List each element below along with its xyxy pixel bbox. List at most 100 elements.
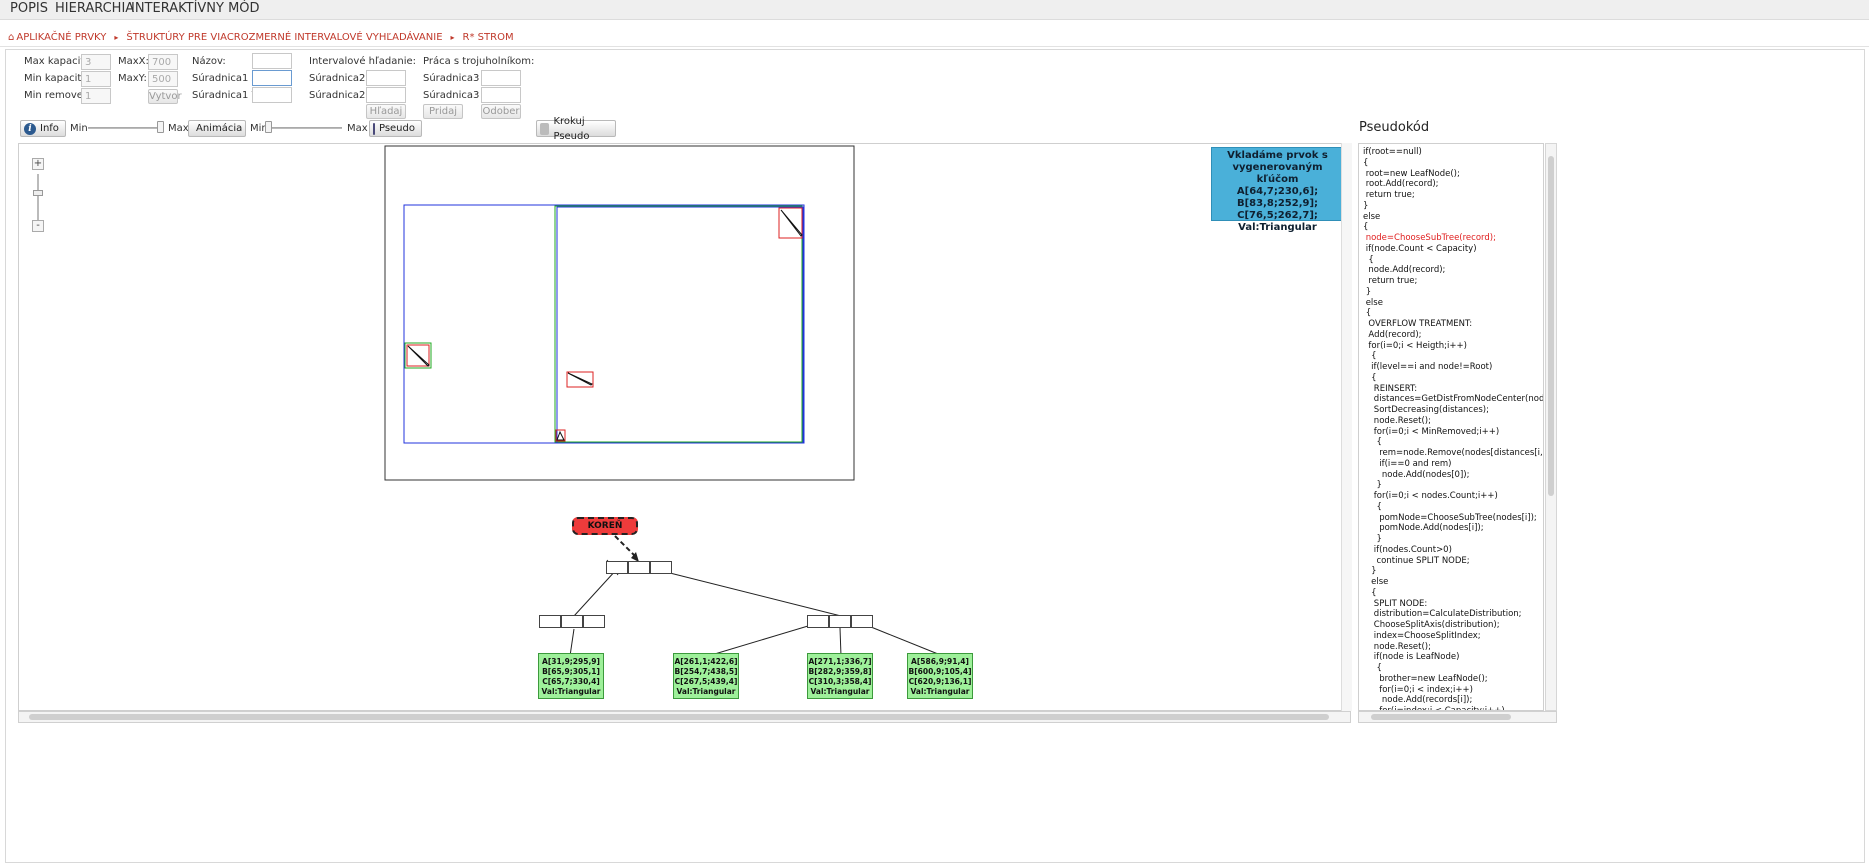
krokuj-pseudo-button[interactable]: Krokuj Pseudo (536, 116, 616, 142)
leaf-text: Val:Triangular (810, 687, 870, 696)
intervalove-hladanie-label: Intervalové hľadanie: (309, 56, 416, 67)
suradnica3-y-input[interactable] (481, 87, 521, 103)
leaf-text: A[261,1;422,6] (674, 657, 738, 666)
root-label: KOREŇ (572, 517, 638, 535)
tree-node-slot (829, 615, 851, 628)
pseudocode-line: { (1363, 254, 1374, 265)
canvas-vertical-scrollbar[interactable] (1341, 143, 1352, 711)
hladaj-button[interactable]: Hľadaj (366, 104, 406, 119)
pseudocode-vertical-scrollbar[interactable] (1545, 143, 1557, 711)
pseudocode-line: index=ChooseSplitIndex; (1363, 630, 1481, 641)
pseudocode-line: REINSERT: (1363, 383, 1418, 394)
pseudocode-line: root=new LeafNode(); (1363, 168, 1460, 179)
step-icon (540, 122, 550, 135)
leaf-text: C[65,7;330,4] (542, 677, 600, 686)
animation-slider[interactable] (266, 127, 342, 129)
pseudocode-line: if(i==0 and rem) (1363, 458, 1452, 469)
pseudocode-line: brother=new LeafNode(); (1363, 673, 1488, 684)
menu-item-hierarchia[interactable]: HIERARCHIA (55, 1, 134, 16)
tip-line: B[83,8;252,9]; (1236, 198, 1319, 209)
pseudocode-line: return true; (1363, 190, 1415, 200)
leaf-node: A[586,9;91,4] B[600,9;105,4] C[620,9;136… (907, 653, 973, 699)
animation-slider-thumb[interactable] (265, 121, 272, 133)
pseudocode-line: OVERFLOW TREATMENT: (1363, 319, 1473, 329)
tree-node-slot (807, 615, 829, 628)
pseudocode-line: if(nodes.Count>0) (1363, 544, 1452, 555)
code-icon (373, 122, 375, 135)
pseudocode-panel[interactable]: if(root==null){ root=new LeafNode(); roo… (1358, 143, 1544, 711)
tip-line: Vkladáme prvok s (1227, 150, 1328, 161)
speed-slider[interactable] (88, 127, 164, 129)
pseudo-button-label: Pseudo (378, 123, 415, 134)
maxx-label: MaxX: (118, 56, 149, 67)
pseudocode-line: } (1363, 566, 1377, 577)
suradnica2-y-input[interactable] (366, 87, 406, 103)
pseudocode-line: distribution=CalculateDistribution; (1363, 609, 1522, 620)
pseudocode-line: ChooseSplitAxis(distribution); (1363, 620, 1500, 630)
maxy-input[interactable] (148, 71, 178, 87)
pseudocode-line: Add(record); (1363, 329, 1422, 340)
home-icon: ⌂ (8, 31, 15, 43)
leaf-text: Val:Triangular (910, 687, 970, 696)
tip-line: C[76,5;262,7]; (1237, 210, 1318, 221)
animation-max-label: Max (347, 123, 368, 134)
tip-line: vygenerovaným kľúčom (1232, 162, 1323, 185)
odober-button[interactable]: Odober (481, 104, 521, 119)
pseudo-button[interactable]: Pseudo (369, 120, 422, 137)
canvas-horizontal-scrollbar[interactable] (18, 711, 1351, 723)
pseudocode-line: for(i=0;i < nodes.Count;i++) (1363, 491, 1498, 501)
suradnica2-x-input[interactable] (366, 70, 406, 86)
pseudocode-line: return true; (1363, 276, 1418, 286)
pseudocode-line: continue SPLIT NODE; (1363, 555, 1470, 566)
nazov-input[interactable] (252, 53, 292, 69)
breadcrumb-separator-icon: ▸ (450, 32, 455, 42)
pseudocode-horizontal-scrollbar[interactable] (1358, 711, 1557, 723)
pseudocode-line: } (1363, 534, 1382, 544)
min-removed-input[interactable] (81, 88, 111, 104)
pseudocode-line: { (1363, 437, 1382, 448)
breadcrumb-item-struktury[interactable]: ŠTRUKTÚRY PRE VIACROZMERNÉ INTERVALOVÉ V… (126, 32, 442, 43)
maxx-input[interactable] (148, 54, 178, 70)
pseudocode-line: { (1363, 372, 1377, 383)
pseudocode-line: node.Add(record); (1363, 265, 1446, 276)
pseudocode-line: if(node.Count < Capacity) (1363, 243, 1477, 254)
min-kapacita-input[interactable] (81, 71, 111, 87)
divider (0, 46, 1869, 47)
nazov-label: Názov: (192, 56, 226, 67)
menu-item-popis[interactable]: POPIS (10, 1, 48, 16)
animacia-button[interactable]: Animácia (188, 120, 246, 137)
max-kapacita-input[interactable] (81, 54, 111, 70)
praca-s-trojuholnikom-label: Práca s trojuholníkom: (423, 56, 535, 67)
suradnica1-x-input[interactable] (252, 70, 292, 86)
pseudocode-line: pomNode=ChooseSubTree(nodes[i]); (1363, 512, 1537, 523)
visualization-canvas[interactable]: + - KOREŇ A[31,9;295,9] B[65,9;305,1] C[… (18, 143, 1351, 711)
pseudocode-line: else (1363, 297, 1383, 308)
speed-slider-thumb[interactable] (157, 121, 164, 133)
leaf-text: B[254,7;438,5] (674, 667, 738, 676)
pridaj-button[interactable]: Pridaj (423, 104, 463, 119)
leaf-text: A[31,9;295,9] (542, 657, 600, 666)
space-bounds (384, 145, 855, 481)
leaf-text: B[282,9;359,8] (808, 667, 872, 676)
pseudocode-line: node.Add(records[i]); (1363, 695, 1473, 706)
pseudocode-line: else (1363, 211, 1381, 222)
krokuj-pseudo-button-label: Krokuj Pseudo (553, 115, 590, 142)
tree-node-slot (650, 561, 672, 574)
pseudocode-line: root.Add(record); (1363, 179, 1439, 190)
tip-line: A[64,7;230,6]; (1236, 186, 1319, 197)
breadcrumb-item-r-strom[interactable]: R* STROM (463, 32, 514, 43)
pseudocode-line: pomNode.Add(nodes[i]); (1363, 523, 1484, 534)
leaf-text: Val:Triangular (676, 687, 736, 696)
pseudocode-line: { (1363, 501, 1382, 512)
pseudocode-line: { (1363, 308, 1372, 319)
pseudocode-line: node.Add(nodes[0]); (1363, 469, 1470, 480)
suradnica1-y-input[interactable] (252, 87, 292, 103)
suradnica3-x-input[interactable] (481, 70, 521, 86)
menu-item-interaktivny-mod[interactable]: INTERAKTÍVNY MÓD (131, 1, 260, 16)
vytvor-button[interactable]: Vytvor (148, 89, 182, 104)
suradnica1-y-label: Súradnica1 Y: (192, 90, 260, 101)
leaf-node: A[31,9;295,9] B[65,9;305,1] C[65,7;330,4… (538, 653, 604, 699)
pseudocode-line: distances=GetDistFromNodeCenter(nodes.N (1363, 394, 1544, 405)
breadcrumb-item-aplikacne-prvky[interactable]: APLIKAČNÉ PRVKY (16, 32, 106, 43)
info-button[interactable]: i Info (20, 120, 66, 137)
